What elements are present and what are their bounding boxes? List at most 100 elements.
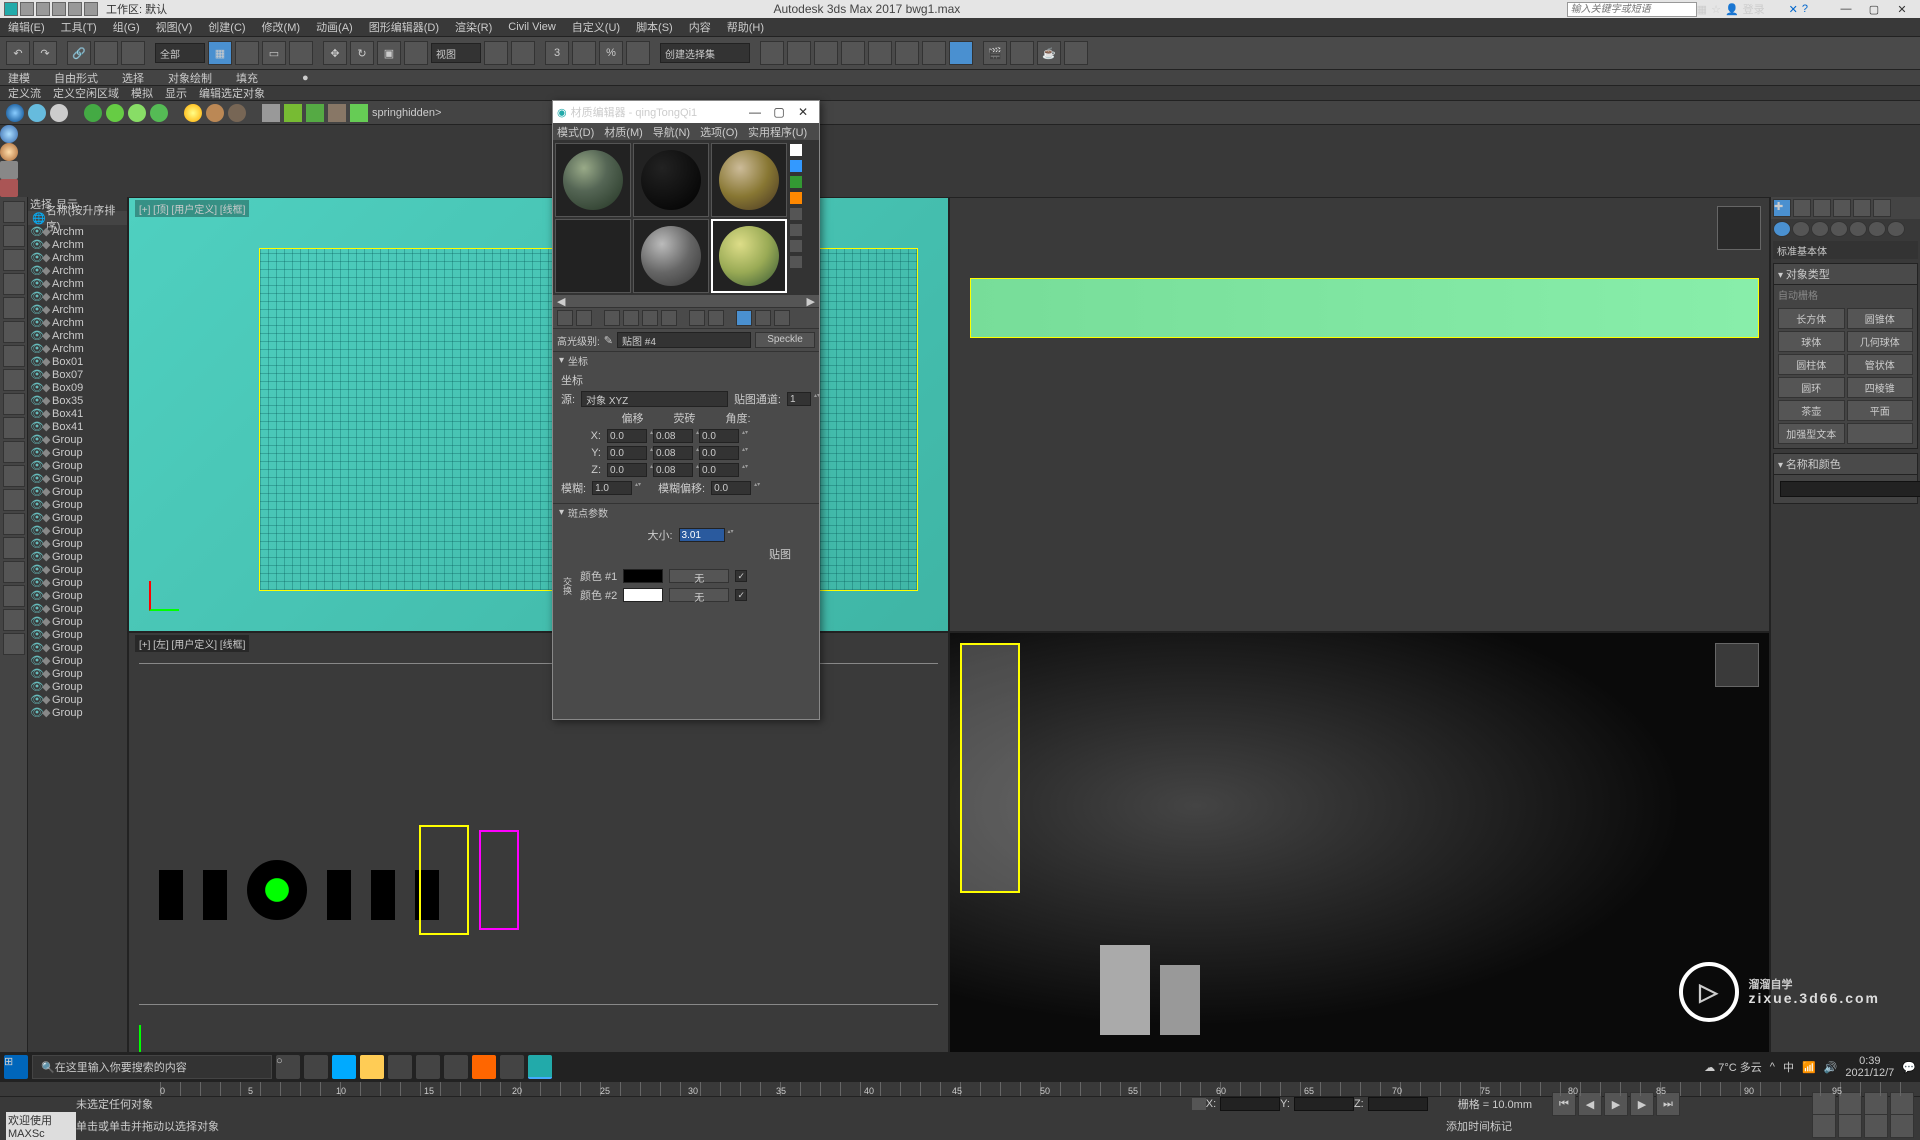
mirror-icon[interactable] [760,41,784,65]
se-tool-lock[interactable] [3,225,25,247]
menu-modify[interactable]: 修改(M) [262,19,301,35]
primitive-type[interactable]: 标准基本体 [1773,241,1918,259]
nav-walk-icon[interactable] [1864,1114,1888,1138]
coord-x-input[interactable] [1220,1097,1280,1111]
schematic-icon[interactable] [922,41,946,65]
placement-icon[interactable] [404,41,428,65]
list-item[interactable]: 👁◆Group [28,641,127,654]
sr-sim[interactable]: 模拟 [131,85,153,101]
tray-date[interactable]: 2021/12/7 [1845,1067,1894,1079]
list-item[interactable]: 👁◆Group [28,537,127,550]
explorer-icon[interactable] [841,41,865,65]
cat-light-icon[interactable] [1811,221,1829,237]
ob-sun[interactable] [184,104,202,122]
coord-z-input[interactable] [1368,1097,1428,1111]
list-item[interactable]: 👁◆Group [28,459,127,472]
primitive-button[interactable]: 圆锥体 [1847,308,1914,329]
menu-content[interactable]: 内容 [689,19,711,35]
align-icon[interactable] [787,41,811,65]
angle-x[interactable]: 0.0 [699,429,739,443]
mt-put-icon[interactable] [576,310,592,326]
ob-ball2[interactable] [0,143,18,161]
ob-cube[interactable] [0,161,18,179]
list-item[interactable]: 👁◆Group [28,524,127,537]
sr-edit[interactable]: 编辑选定对象 [199,85,265,101]
tiling-x[interactable]: 0.08 [653,429,693,443]
render-frame-icon[interactable] [1010,41,1034,65]
se-tool-cam[interactable] [3,345,25,367]
undo-icon[interactable]: ↶ [6,41,30,65]
cat-shape-icon[interactable] [1792,221,1810,237]
add-time-tag[interactable]: 添加时间标记 [1446,1118,1512,1134]
se-tool-view[interactable] [3,201,25,223]
mat-titlebar[interactable]: ◉ 材质编辑器 - qingTongQi1 — ▢ ✕ [553,101,819,123]
menu-edit[interactable]: 编辑(E) [8,19,45,35]
manip-icon[interactable] [511,41,535,65]
qat-open-icon[interactable] [36,2,50,16]
task-cortana-icon[interactable]: ○ [276,1055,300,1079]
list-item[interactable]: 👁◆Box07 [28,368,127,381]
angle-y[interactable]: 0.0 [699,446,739,460]
exchange-icon[interactable]: ✕ [1789,3,1798,16]
menu-script[interactable]: 脚本(S) [636,19,673,35]
ob-planet1[interactable] [206,104,224,122]
list-item[interactable]: 👁◆Box35 [28,394,127,407]
se-tool-geom[interactable] [3,273,25,295]
viewport-top[interactable]: [+] [顶] [用户定义] [线框] [128,197,949,632]
list-item[interactable]: 👁◆Group [28,446,127,459]
list-item[interactable]: 👁◆Archm [28,277,127,290]
list-item[interactable]: 👁◆Archm [28,264,127,277]
menu-help[interactable]: 帮助(H) [727,19,764,35]
list-item[interactable]: 👁◆Group [28,628,127,641]
mat-menu-util[interactable]: 实用程序(U) [748,124,807,140]
select-icon[interactable]: ▦ [208,41,232,65]
primitive-button[interactable]: 球体 [1778,331,1845,352]
cmd-create-icon[interactable]: ✚ [1773,199,1791,217]
tiling-y[interactable]: 0.08 [653,446,693,460]
swap-button[interactable]: 交换 [561,577,574,595]
object-name-input[interactable] [1780,481,1920,497]
mat-slot-4[interactable] [555,219,631,293]
menu-group[interactable]: 组(G) [113,19,140,35]
ms-bg-icon[interactable] [789,175,803,189]
se-tool-add[interactable] [3,585,25,607]
mat-min-button[interactable]: — [743,105,767,119]
selection-filter[interactable]: 全部 [155,43,205,63]
nav-orbit-icon[interactable] [1812,1114,1836,1138]
list-item[interactable]: 👁◆Group [28,706,127,719]
tray-wifi-icon[interactable]: 📶 [1802,1061,1816,1074]
tray-ime-icon[interactable]: 中 [1783,1059,1794,1075]
rollout-header-objtype[interactable]: ▾ 对象类型 [1774,264,1917,285]
ob-tree3[interactable] [128,104,146,122]
taskbar-search[interactable]: 🔍 在这里输入你要搜索的内容 [32,1055,272,1079]
mt-show-icon[interactable] [689,310,705,326]
ob-cloud[interactable] [50,104,68,122]
percent-snap-icon[interactable]: % [599,41,623,65]
vp-label-top[interactable]: [+] [顶] [用户定义] [线框] [135,200,249,217]
tray-chevron-icon[interactable]: ^ [1770,1061,1775,1073]
list-item[interactable]: 👁◆Group [28,602,127,615]
primitive-button[interactable]: 平面 [1847,400,1914,421]
window-crossing-icon[interactable] [289,41,313,65]
lock-icon[interactable] [1192,1098,1206,1110]
se-tool-layer[interactable] [3,537,25,559]
auto-grid-check[interactable]: 自动栅格 [1774,285,1917,304]
pivot-icon[interactable] [484,41,508,65]
rotate-icon[interactable]: ↻ [350,41,374,65]
cat-geom-icon[interactable] [1773,221,1791,237]
list-item[interactable]: 👁◆Group [28,576,127,589]
list-item[interactable]: 👁◆Archm [28,225,127,238]
list-item[interactable]: 👁◆Group [28,472,127,485]
se-sort-header[interactable]: 🌐 名称(按升序排序) [28,211,127,225]
spinner-snap-icon[interactable] [626,41,650,65]
list-item[interactable]: 👁◆Box01 [28,355,127,368]
sr-idle[interactable]: 定义空闲区域 [53,85,119,101]
offset-x[interactable]: 0.0 [607,429,647,443]
mat-slot-1[interactable] [555,143,631,217]
minimize-button[interactable]: — [1832,1,1860,17]
mat-slot-2[interactable] [633,143,709,217]
move-icon[interactable]: ✥ [323,41,347,65]
list-item[interactable]: 👁◆Group [28,615,127,628]
ribbon-paint[interactable]: 对象绘制 [168,70,212,86]
mat-hscroll[interactable]: ◀▶ [553,295,819,307]
